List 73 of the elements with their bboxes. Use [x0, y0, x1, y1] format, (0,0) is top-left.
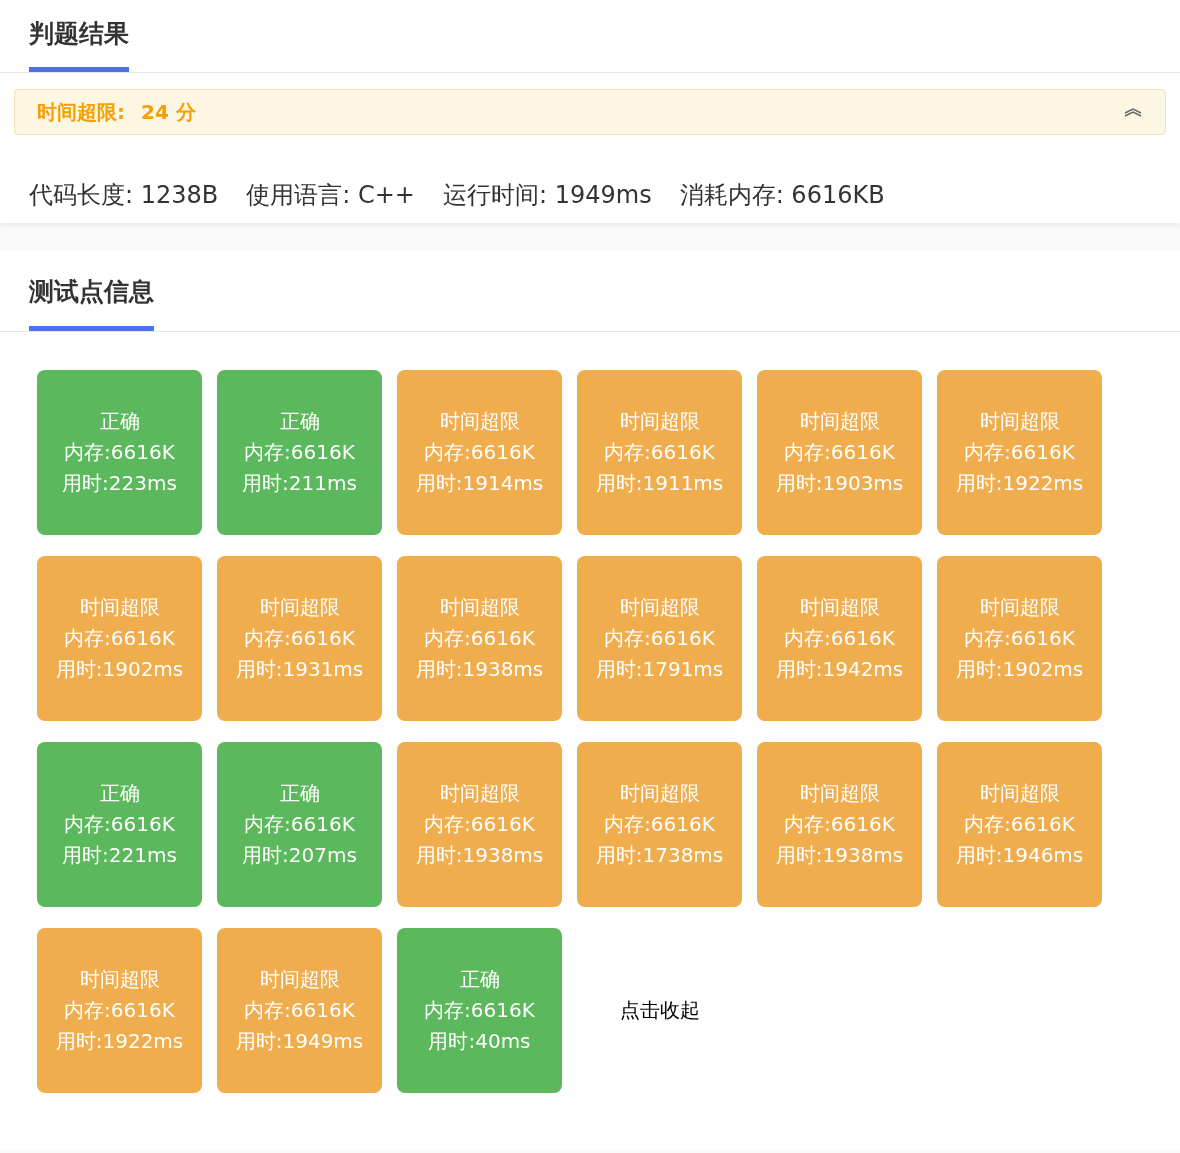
- test-time: 用时:1938ms: [415, 842, 544, 869]
- test-memory: 内存:6616K: [64, 997, 175, 1024]
- test-time: 用时:1738ms: [595, 842, 724, 869]
- test-status: 时间超限: [259, 966, 340, 993]
- test-memory: 内存:6616K: [604, 625, 715, 652]
- collapse-link[interactable]: 点击收起: [619, 997, 700, 1024]
- test-status: 时间超限: [799, 408, 880, 435]
- test-time: 用时:1922ms: [955, 470, 1084, 497]
- test-memory: 内存:6616K: [64, 625, 175, 652]
- test-time: 用时:207ms: [242, 842, 357, 869]
- test-status: 正确: [459, 966, 500, 993]
- test-time: 用时:40ms: [428, 1028, 531, 1055]
- test-memory: 内存:6616K: [244, 811, 355, 838]
- test-time: 用时:1902ms: [55, 656, 184, 683]
- test-memory: 内存:6616K: [244, 625, 355, 652]
- test-time: 用时:221ms: [62, 842, 177, 869]
- test-memory: 内存:6616K: [424, 439, 535, 466]
- test-time: 用时:1946ms: [955, 842, 1084, 869]
- test-time: 用时:1938ms: [775, 842, 904, 869]
- test-status: 正确: [279, 780, 320, 807]
- test-time: 用时:223ms: [62, 470, 177, 497]
- test-memory: 内存:6616K: [424, 997, 535, 1024]
- test-time: 用时:1938ms: [415, 656, 544, 683]
- stat-text: 消耗内存: 6616KB: [679, 180, 885, 211]
- test-status: 时间超限: [259, 594, 340, 621]
- stat-text: 运行时间: 1949ms: [442, 180, 652, 211]
- test-time: 用时:1902ms: [955, 656, 1084, 683]
- test-time: 用时:1791ms: [595, 656, 724, 683]
- test-status: 正确: [99, 408, 140, 435]
- test-memory: 内存:6616K: [244, 439, 355, 466]
- test-memory: 内存:6616K: [964, 811, 1075, 838]
- collapse-icon[interactable]: [1123, 107, 1143, 117]
- test-memory: 内存:6616K: [64, 811, 175, 838]
- stat-text: 代码长度: 1238B: [29, 180, 219, 211]
- test-memory: 内存:6616K: [604, 439, 715, 466]
- test-status: 时间超限: [439, 780, 520, 807]
- test-status: 时间超限: [79, 594, 160, 621]
- test-time: 用时:1949ms: [235, 1028, 364, 1055]
- test-memory: 内存:6616K: [784, 811, 895, 838]
- test-memory: 内存:6616K: [964, 439, 1075, 466]
- test-status: 时间超限: [979, 594, 1060, 621]
- test-status: 时间超限: [619, 594, 700, 621]
- test-status: 正确: [99, 780, 140, 807]
- test-status: 时间超限: [619, 408, 700, 435]
- test-status: 时间超限: [439, 408, 520, 435]
- test-time: 用时:211ms: [242, 470, 357, 497]
- test-status: 正确: [279, 408, 320, 435]
- test-info-tab[interactable]: 测试点信息: [29, 255, 154, 331]
- test-memory: 内存:6616K: [784, 625, 895, 652]
- stat-text: 使用语言: C++: [246, 180, 415, 211]
- test-time: 用时:1903ms: [775, 470, 904, 497]
- test-time: 用时:1931ms: [235, 656, 364, 683]
- test-status: 时间超限: [619, 780, 700, 807]
- test-time: 用时:1911ms: [595, 470, 724, 497]
- verdict-label: 时间超限:: [37, 98, 125, 126]
- test-status: 时间超限: [79, 966, 160, 993]
- test-status: 时间超限: [439, 594, 520, 621]
- test-memory: 内存:6616K: [424, 811, 535, 838]
- test-memory: 内存:6616K: [604, 811, 715, 838]
- test-memory: 内存:6616K: [784, 439, 895, 466]
- test-status: 时间超限: [979, 780, 1060, 807]
- result-tab[interactable]: 判题结果: [29, 5, 129, 72]
- test-memory: 内存:6616K: [964, 625, 1075, 652]
- test-time: 用时:1914ms: [415, 470, 544, 497]
- test-memory: 内存:6616K: [244, 997, 355, 1024]
- test-status: 时间超限: [979, 408, 1060, 435]
- test-time: 用时:1942ms: [775, 656, 904, 683]
- test-memory: 内存:6616K: [64, 439, 175, 466]
- test-status: 时间超限: [799, 780, 880, 807]
- verdict-score: 24 分: [141, 98, 196, 126]
- test-time: 用时:1922ms: [55, 1028, 184, 1055]
- test-status: 时间超限: [799, 594, 880, 621]
- test-memory: 内存:6616K: [424, 625, 535, 652]
